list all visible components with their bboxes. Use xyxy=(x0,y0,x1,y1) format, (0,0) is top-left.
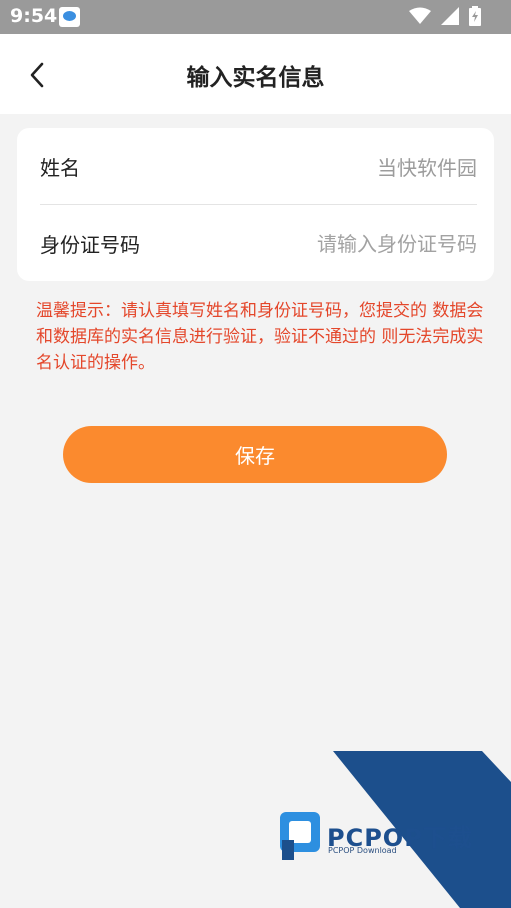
form-card: 姓名 身份证号码 xyxy=(17,128,494,281)
watermark-brand: PCPOP下载 xyxy=(327,824,473,852)
id-row: 身份证号码 xyxy=(40,205,477,282)
battery-icon xyxy=(469,6,481,26)
watermark-subtitle: PCPOP Download xyxy=(328,846,397,855)
signal-icon xyxy=(441,7,459,25)
name-row: 姓名 xyxy=(40,128,477,205)
page-title: 输入实名信息 xyxy=(186,65,325,91)
header: 输入实名信息 xyxy=(0,34,511,114)
wifi-icon xyxy=(409,7,431,25)
app-notification-icon xyxy=(59,7,80,27)
status-time: 9:54 xyxy=(10,5,58,27)
status-icons xyxy=(409,6,481,26)
id-number-input[interactable] xyxy=(237,231,477,256)
id-number-label: 身份证号码 xyxy=(40,233,140,257)
name-input[interactable] xyxy=(237,154,477,179)
name-label: 姓名 xyxy=(40,156,80,180)
save-button[interactable]: 保存 xyxy=(63,426,447,483)
status-bar: 9:54 xyxy=(0,0,511,34)
tip-text: 温馨提示：请认真填写姓名和身份证号码，您提交的 数据会和数据库的实名信息进行验证… xyxy=(36,301,484,373)
